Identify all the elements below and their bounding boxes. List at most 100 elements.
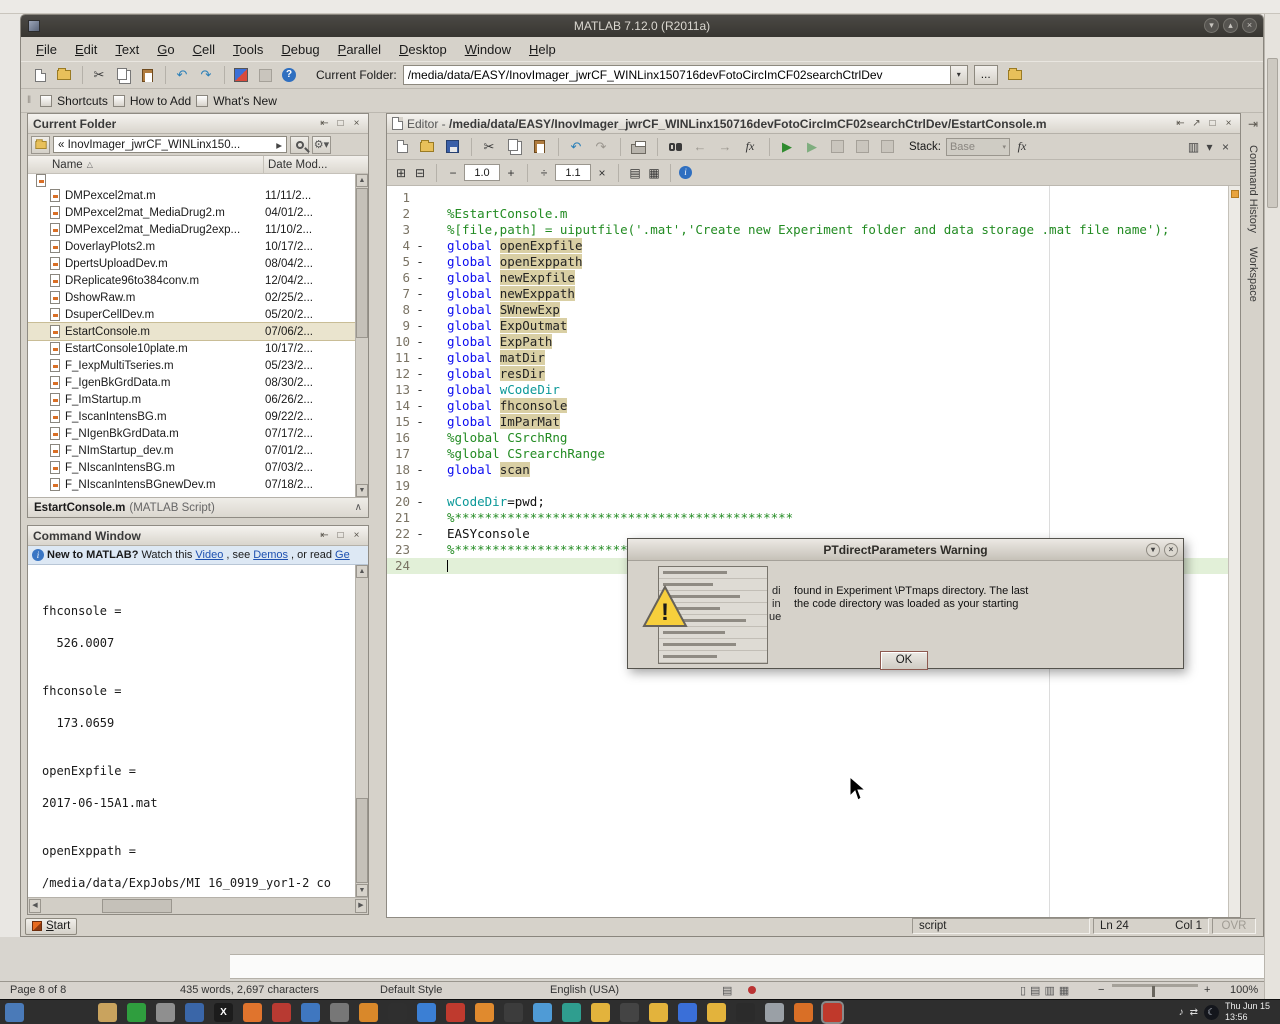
code-line[interactable]: 17%global CSrearchRange	[387, 446, 1228, 462]
file-row[interactable]: DReplicate96to384conv.m12/04/2...	[28, 272, 355, 289]
video-link[interactable]: Video	[195, 549, 223, 561]
command-window-header[interactable]: Command Window ⇤ □ ×	[28, 526, 368, 546]
cut-icon[interactable]: ✂	[478, 136, 500, 158]
network-icon[interactable]: ⇄	[1190, 1007, 1198, 1018]
command-window-hscrollbar[interactable]: ◀ ▶	[28, 897, 368, 914]
scroll-up-icon[interactable]: ▲	[356, 565, 368, 578]
file-row-partial[interactable]	[28, 174, 355, 187]
taskbar-video-player-icon[interactable]	[736, 1003, 755, 1022]
paste-icon[interactable]	[136, 64, 158, 86]
taskbar-chromium-icon[interactable]	[417, 1003, 436, 1022]
taskbar-screenshot-tool-icon[interactable]	[330, 1003, 349, 1022]
publish-icon[interactable]: ▦	[646, 164, 662, 182]
close-panel-icon[interactable]: ×	[350, 530, 363, 541]
code-line[interactable]: 13-global wCodeDir	[387, 382, 1228, 398]
code-line[interactable]: 20-wCodeDir=pwd;	[387, 494, 1228, 510]
background-scrollbar[interactable]	[1264, 14, 1280, 999]
close-panel-icon[interactable]: ×	[1222, 118, 1235, 129]
code-line[interactable]: 3%[file,path] = uiputfile('.mat','Create…	[387, 222, 1228, 238]
taskbar-archive-manager-icon[interactable]	[359, 1003, 378, 1022]
taskbar-settings-icon[interactable]	[765, 1003, 784, 1022]
file-row[interactable]: DsuperCellDev.m05/20/2...	[28, 306, 355, 323]
current-folder-dropdown[interactable]: ▾	[951, 65, 968, 85]
volume-icon[interactable]: ♪	[1179, 1007, 1184, 1018]
taskbar-display-settings-icon[interactable]	[156, 1003, 175, 1022]
scroll-left-icon[interactable]: ◀	[29, 899, 41, 913]
redo-icon[interactable]: ↷	[195, 64, 217, 86]
taskbar-impress-icon[interactable]	[475, 1003, 494, 1022]
scroll-down-icon[interactable]: ▼	[356, 884, 368, 897]
run-and-advance-icon[interactable]: ▶	[801, 136, 823, 158]
file-row[interactable]: F_IexpMultiTseries.m05/23/2...	[28, 357, 355, 374]
menu-text[interactable]: Text	[106, 39, 148, 60]
whats-new-link[interactable]: What's New	[213, 94, 277, 108]
file-row[interactable]: F_NIgenBkGrdData.m07/17/2...	[28, 425, 355, 442]
search-icon[interactable]	[290, 136, 309, 154]
taskbar-blue-app-2-icon[interactable]	[678, 1003, 697, 1022]
dock-icon[interactable]: ⇤	[318, 118, 331, 129]
code-line[interactable]: 1	[387, 190, 1228, 206]
page-count[interactable]: Page 8 of 8	[10, 984, 66, 996]
taskbar-media-player-icon[interactable]	[272, 1003, 291, 1022]
taskbar-folder-docs-icon[interactable]	[591, 1003, 610, 1022]
code-line[interactable]: 5-global openExppath	[387, 254, 1228, 270]
undock-icon[interactable]: □	[334, 118, 347, 129]
dialog-titlebar[interactable]: PTdirectParameters Warning ▾ ×	[628, 539, 1183, 561]
code-line[interactable]: 7-global newExppath	[387, 286, 1228, 302]
code-line[interactable]: 21%*************************************…	[387, 510, 1228, 526]
decrement-button[interactable]: −	[445, 164, 461, 182]
dock-icon[interactable]: ⇥	[1247, 117, 1260, 131]
close-panel-icon[interactable]: ×	[350, 118, 363, 129]
copy-icon[interactable]	[503, 136, 525, 158]
file-row[interactable]: DpertsUploadDev.m08/04/2...	[28, 255, 355, 272]
document-language[interactable]: English (USA)	[550, 984, 619, 996]
breakpoint-icon[interactable]	[826, 136, 848, 158]
open-file-icon[interactable]	[416, 136, 438, 158]
step-icon[interactable]	[851, 136, 873, 158]
insert-cell-icon[interactable]: ⊞	[393, 164, 409, 182]
start-button[interactable]: Start	[25, 918, 77, 935]
taskbar-folder-media-icon[interactable]	[707, 1003, 726, 1022]
tab-command-history[interactable]: Command History	[1247, 145, 1259, 233]
open-file-icon[interactable]	[53, 64, 75, 86]
ok-button[interactable]: OK	[880, 651, 928, 670]
zoom-slider-thumb[interactable]	[1152, 986, 1155, 997]
shade-button[interactable]: ▾	[1204, 18, 1219, 33]
annotation-bar[interactable]	[1228, 186, 1240, 917]
function-browser-icon[interactable]: fx	[1011, 136, 1033, 158]
increment-button[interactable]: +	[503, 164, 519, 182]
taskbar-web-browser-icon[interactable]	[301, 1003, 320, 1022]
taskbar-xterm-icon[interactable]: X	[214, 1003, 233, 1022]
code-line[interactable]: 8-global SWnewExp	[387, 302, 1228, 318]
warning-marker[interactable]	[1231, 190, 1239, 198]
menu-go[interactable]: Go	[148, 39, 183, 60]
column-date[interactable]: Date Mod...	[264, 159, 327, 171]
taskbar-app-launcher-icon[interactable]	[5, 1003, 24, 1022]
tab-workspace[interactable]: Workspace	[1247, 247, 1259, 302]
taskbar-matlab-icon[interactable]	[794, 1003, 813, 1022]
code-line[interactable]: 2%EstartConsole.m	[387, 206, 1228, 222]
menu-help[interactable]: Help	[520, 39, 565, 60]
zoom-level[interactable]: 100%	[1230, 984, 1258, 996]
scrollbar-thumb[interactable]	[356, 188, 368, 338]
collapse-details-icon[interactable]: ∧	[355, 502, 362, 513]
taskbar-camera-tool-icon[interactable]	[620, 1003, 639, 1022]
new-file-icon[interactable]	[391, 136, 413, 158]
file-list-scrollbar[interactable]: ▲ ▼	[355, 174, 368, 497]
new-file-icon[interactable]	[29, 64, 51, 86]
demos-link[interactable]: Demos	[253, 549, 288, 561]
dialog-shade-button[interactable]: ▾	[1146, 543, 1160, 557]
taskbar-file-browser-icon[interactable]	[185, 1003, 204, 1022]
file-row[interactable]: DMPexcel2mat_MediaDrug2exp...11/10/2...	[28, 221, 355, 238]
scroll-right-icon[interactable]: ▶	[355, 899, 367, 913]
menu-file[interactable]: File	[27, 39, 66, 60]
menu-debug[interactable]: Debug	[272, 39, 328, 60]
taskbar-folder-data-icon[interactable]	[649, 1003, 668, 1022]
getting-started-link[interactable]: Ge	[335, 549, 350, 561]
view-layout-icons[interactable]: ▯▤▥▦	[1020, 984, 1073, 997]
code-line[interactable]: 4-global openExpfile	[387, 238, 1228, 254]
browse-folder-button[interactable]: ...	[974, 65, 998, 85]
copy-icon[interactable]	[112, 64, 134, 86]
plot-cell-icon[interactable]: ▤	[627, 164, 643, 182]
file-row[interactable]: F_NImStartup_dev.m07/01/2...	[28, 442, 355, 459]
